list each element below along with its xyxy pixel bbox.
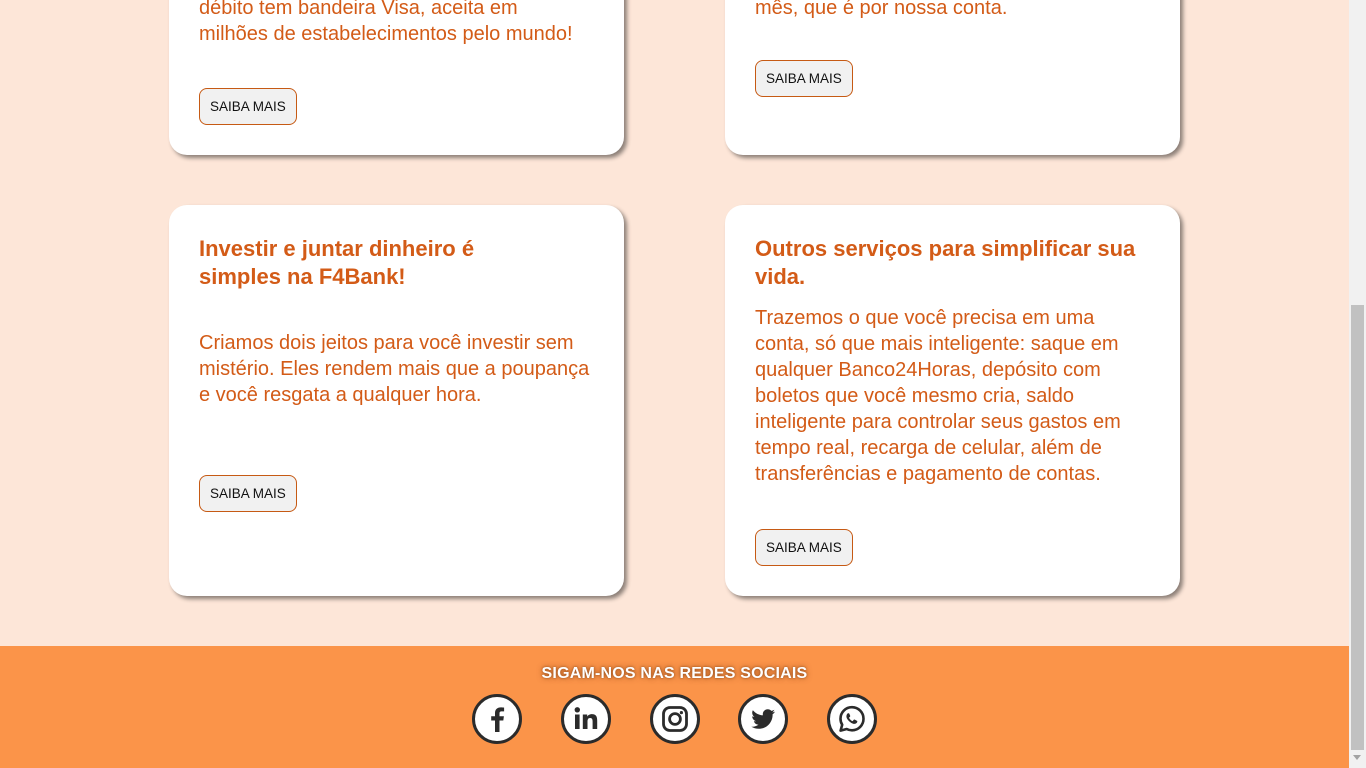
card-debit: débito tem bandeira Visa, aceita em milh… [169, 0, 624, 155]
twitter-icon[interactable] [738, 694, 788, 744]
card-invest-title: Investir e juntar dinheiro é simples na … [199, 236, 475, 289]
saiba-mais-button-monthly-fee[interactable]: SAIBA MAIS [755, 60, 853, 97]
facebook-icon[interactable] [472, 694, 522, 744]
card-other-services: Outros serviços para simplificar sua vid… [725, 205, 1180, 596]
page: débito tem bandeira Visa, aceita em milh… [0, 0, 1349, 768]
card-other-services-title: Outros serviços para simplificar sua vid… [755, 236, 1136, 289]
card-invest: Investir e juntar dinheiro é simples na … [169, 205, 624, 596]
linkedin-icon[interactable] [561, 694, 611, 744]
whatsapp-icon[interactable] [827, 694, 877, 744]
card-monthly-fee-text: mês, que é por nossa conta. [755, 0, 1008, 19]
card-invest-text: Criamos dois jeitos para você investir s… [199, 332, 590, 406]
scroll-down-arrow-icon[interactable] [1353, 755, 1361, 760]
card-monthly-fee: mês, que é por nossa conta. SAIBA MAIS [725, 0, 1180, 155]
saiba-mais-button-other-services[interactable]: SAIBA MAIS [755, 529, 853, 566]
saiba-mais-button-invest[interactable]: SAIBA MAIS [199, 475, 297, 512]
card-other-services-text: Trazemos o que você precisa em uma conta… [755, 307, 1121, 485]
footer-social-title: SIGAM-NOS NAS REDES SOCIAIS [541, 665, 808, 682]
instagram-icon[interactable] [650, 694, 700, 744]
scrollbar-thumb[interactable] [1351, 305, 1364, 750]
card-debit-text: débito tem bandeira Visa, aceita em milh… [199, 0, 573, 45]
saiba-mais-button-debit[interactable]: SAIBA MAIS [199, 88, 297, 125]
